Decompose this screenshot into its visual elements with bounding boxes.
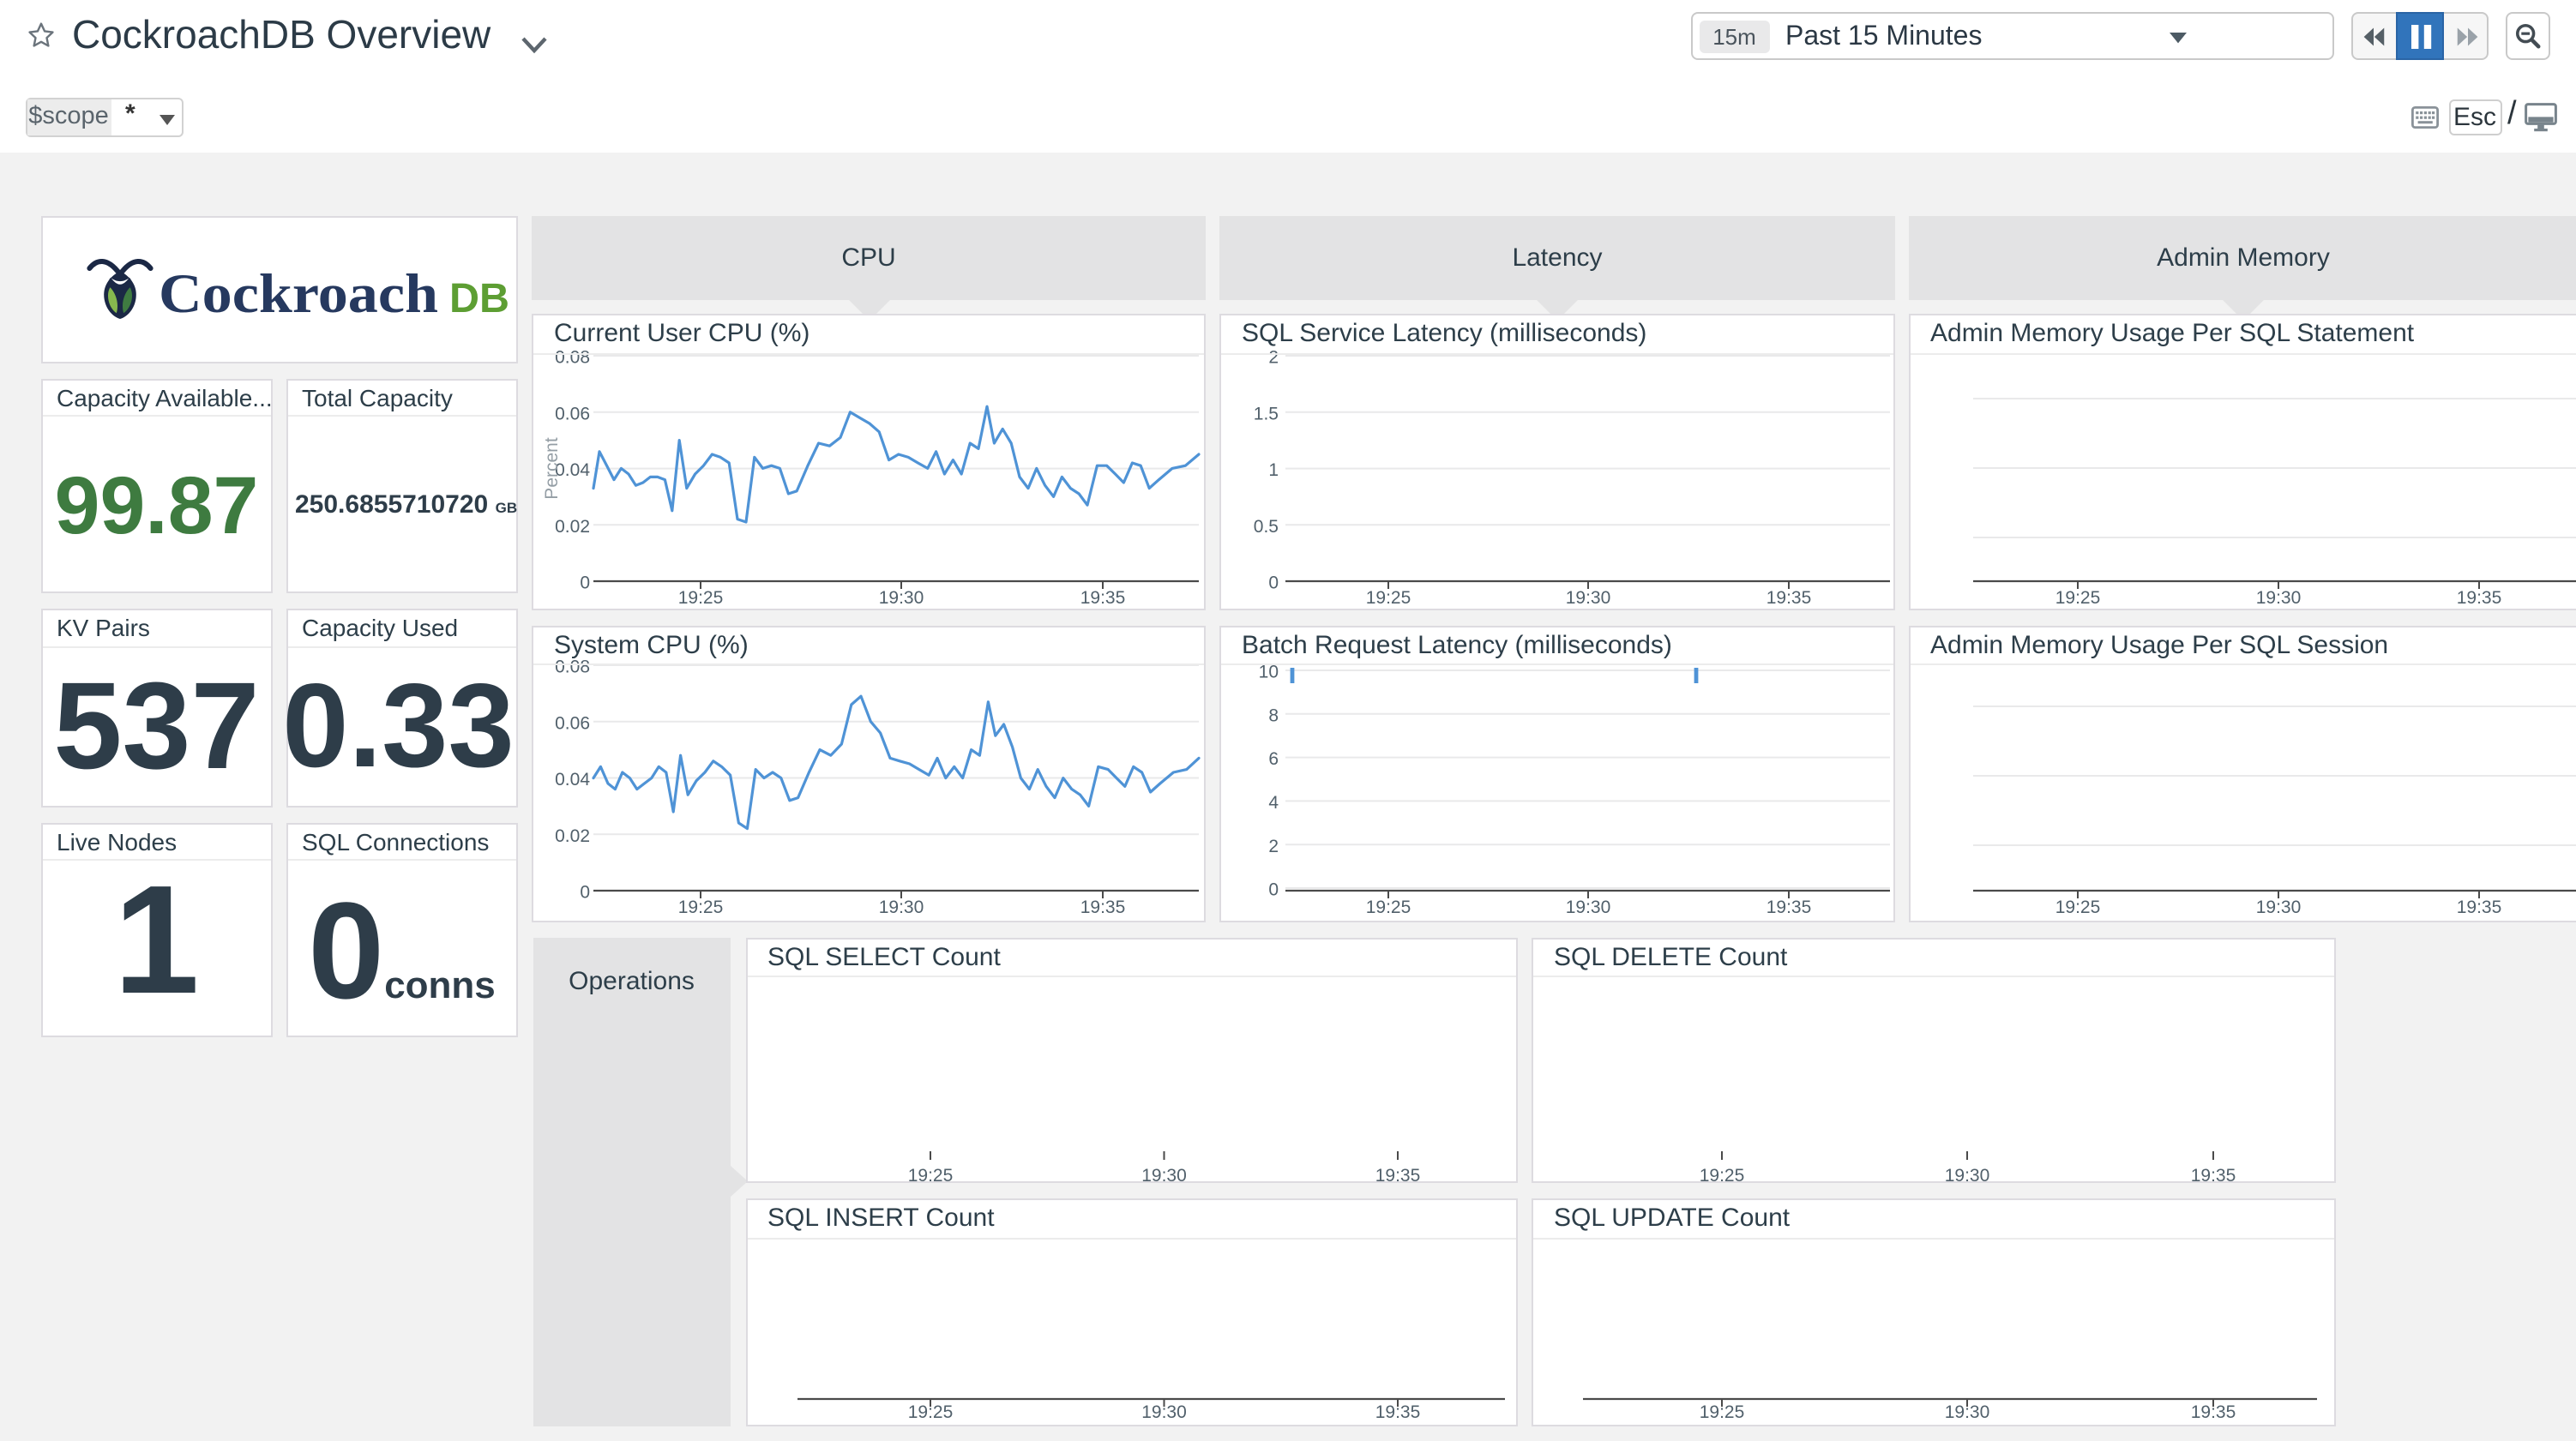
svg-text:2: 2 <box>1268 836 1279 856</box>
svg-text:19:30: 19:30 <box>2255 897 2301 916</box>
svg-text:19:25: 19:25 <box>1700 1402 1745 1422</box>
svg-text:19:30: 19:30 <box>1945 1402 1990 1422</box>
svg-text:0.02: 0.02 <box>555 517 590 537</box>
svg-text:19:35: 19:35 <box>1375 1402 1420 1422</box>
svg-text:19:30: 19:30 <box>1566 897 1611 916</box>
svg-text:0.04: 0.04 <box>555 769 590 789</box>
svg-text:19:25: 19:25 <box>1366 897 1411 916</box>
svg-text:8: 8 <box>1268 705 1279 724</box>
svg-text:19:25: 19:25 <box>2055 897 2100 916</box>
svg-text:19:35: 19:35 <box>1080 588 1126 608</box>
svg-text:19:35: 19:35 <box>2456 897 2501 916</box>
svg-text:6: 6 <box>1268 748 1279 768</box>
svg-text:19:25: 19:25 <box>678 897 724 916</box>
svg-text:Cockroach: Cockroach <box>159 263 438 321</box>
svg-text:1.5: 1.5 <box>1254 404 1279 423</box>
svg-text:0: 0 <box>580 882 590 902</box>
svg-text:0.06: 0.06 <box>555 404 590 423</box>
svg-text:19:35: 19:35 <box>1375 1165 1420 1180</box>
svg-text:19:35: 19:35 <box>1766 588 1812 608</box>
svg-text:19:35: 19:35 <box>2191 1402 2236 1422</box>
svg-text:19:25: 19:25 <box>1700 1165 1745 1180</box>
svg-text:DB: DB <box>449 276 509 321</box>
svg-text:4: 4 <box>1268 792 1279 812</box>
svg-text:19:35: 19:35 <box>1080 897 1126 916</box>
svg-text:0: 0 <box>1268 573 1279 593</box>
svg-text:19:30: 19:30 <box>879 897 924 916</box>
svg-text:19:35: 19:35 <box>2456 588 2501 608</box>
svg-text:1: 1 <box>1268 460 1279 480</box>
svg-text:19:30: 19:30 <box>1945 1165 1990 1180</box>
svg-text:19:25: 19:25 <box>1366 588 1411 608</box>
svg-text:19:30: 19:30 <box>2255 588 2301 608</box>
svg-text:19:35: 19:35 <box>1766 897 1812 916</box>
svg-text:Percent: Percent <box>542 437 562 500</box>
svg-text:0.5: 0.5 <box>1254 517 1279 537</box>
svg-text:19:25: 19:25 <box>907 1165 953 1180</box>
svg-text:19:30: 19:30 <box>879 588 924 608</box>
svg-text:19:25: 19:25 <box>2055 588 2100 608</box>
svg-text:19:25: 19:25 <box>907 1402 953 1422</box>
svg-text:19:35: 19:35 <box>2191 1165 2236 1180</box>
svg-text:19:30: 19:30 <box>1566 588 1611 608</box>
svg-text:0: 0 <box>580 573 590 593</box>
svg-text:19:30: 19:30 <box>1141 1165 1186 1180</box>
svg-text:0: 0 <box>1268 880 1279 899</box>
svg-text:0.06: 0.06 <box>555 712 590 732</box>
svg-text:0.02: 0.02 <box>555 826 590 845</box>
svg-text:19:30: 19:30 <box>1141 1402 1186 1422</box>
svg-text:19:25: 19:25 <box>678 588 724 608</box>
